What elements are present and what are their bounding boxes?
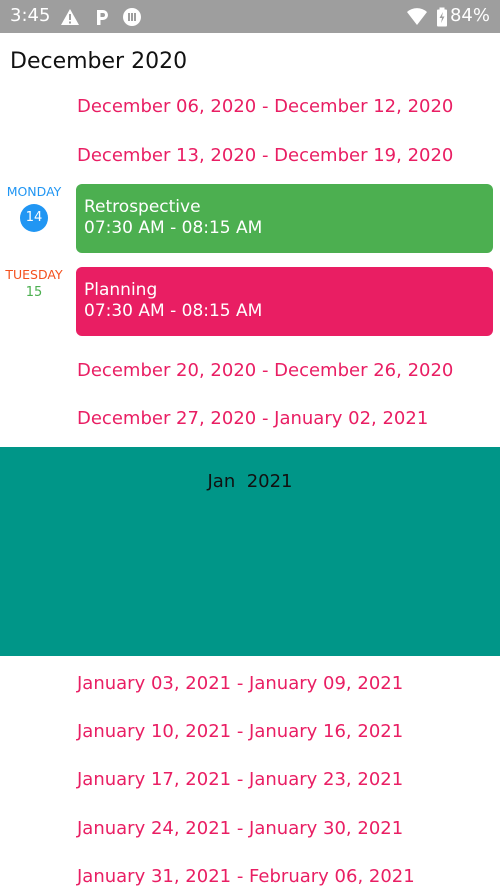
- schedule-screen: 3:45 84% December 2020 December 06, 2020: [0, 0, 500, 888]
- event-time: 07:30 AM - 08:15 AM: [84, 218, 263, 238]
- week-range-row[interactable]: January 03, 2021 - January 09, 2021: [77, 673, 403, 695]
- event-card-retrospective[interactable]: Retrospective 07:30 AM - 08:15 AM: [76, 184, 493, 253]
- day-name-monday: MONDAY: [6, 184, 62, 199]
- battery-icon: [437, 7, 447, 27]
- day-name-tuesday: TUESDAY: [5, 267, 63, 282]
- event-title: Planning: [84, 280, 158, 300]
- week-range-row[interactable]: January 17, 2021 - January 23, 2021: [77, 769, 403, 791]
- week-range-row[interactable]: December 27, 2020 - January 02, 2021: [77, 408, 428, 430]
- month-banner-label: Jan 2021: [207, 471, 293, 492]
- warning-icon: [61, 9, 79, 25]
- battery-percentage: 84%: [449, 5, 490, 26]
- month-banner: Jan 2021: [0, 447, 500, 656]
- parking-icon: [97, 10, 108, 25]
- status-time: 3:45: [10, 5, 51, 26]
- event-time: 07:30 AM - 08:15 AM: [84, 301, 263, 321]
- media-icon: [123, 8, 141, 26]
- day-number-today: 14: [20, 204, 48, 232]
- event-title: Retrospective: [84, 197, 201, 217]
- week-range-row[interactable]: January 24, 2021 - January 30, 2021: [77, 818, 403, 840]
- month-header: December 2020: [10, 49, 188, 74]
- wifi-icon: [407, 8, 427, 25]
- event-card-planning[interactable]: Planning 07:30 AM - 08:15 AM: [76, 267, 493, 336]
- week-range-row[interactable]: January 31, 2021 - February 06, 2021: [77, 866, 415, 888]
- day-number: 15: [25, 285, 43, 300]
- week-range-row[interactable]: December 13, 2020 - December 19, 2020: [77, 145, 453, 167]
- status-bar: 3:45 84%: [0, 0, 500, 33]
- week-range-row[interactable]: December 20, 2020 - December 26, 2020: [77, 360, 453, 382]
- week-range-row[interactable]: January 10, 2021 - January 16, 2021: [77, 721, 403, 743]
- week-range-row[interactable]: December 06, 2020 - December 12, 2020: [77, 96, 453, 118]
